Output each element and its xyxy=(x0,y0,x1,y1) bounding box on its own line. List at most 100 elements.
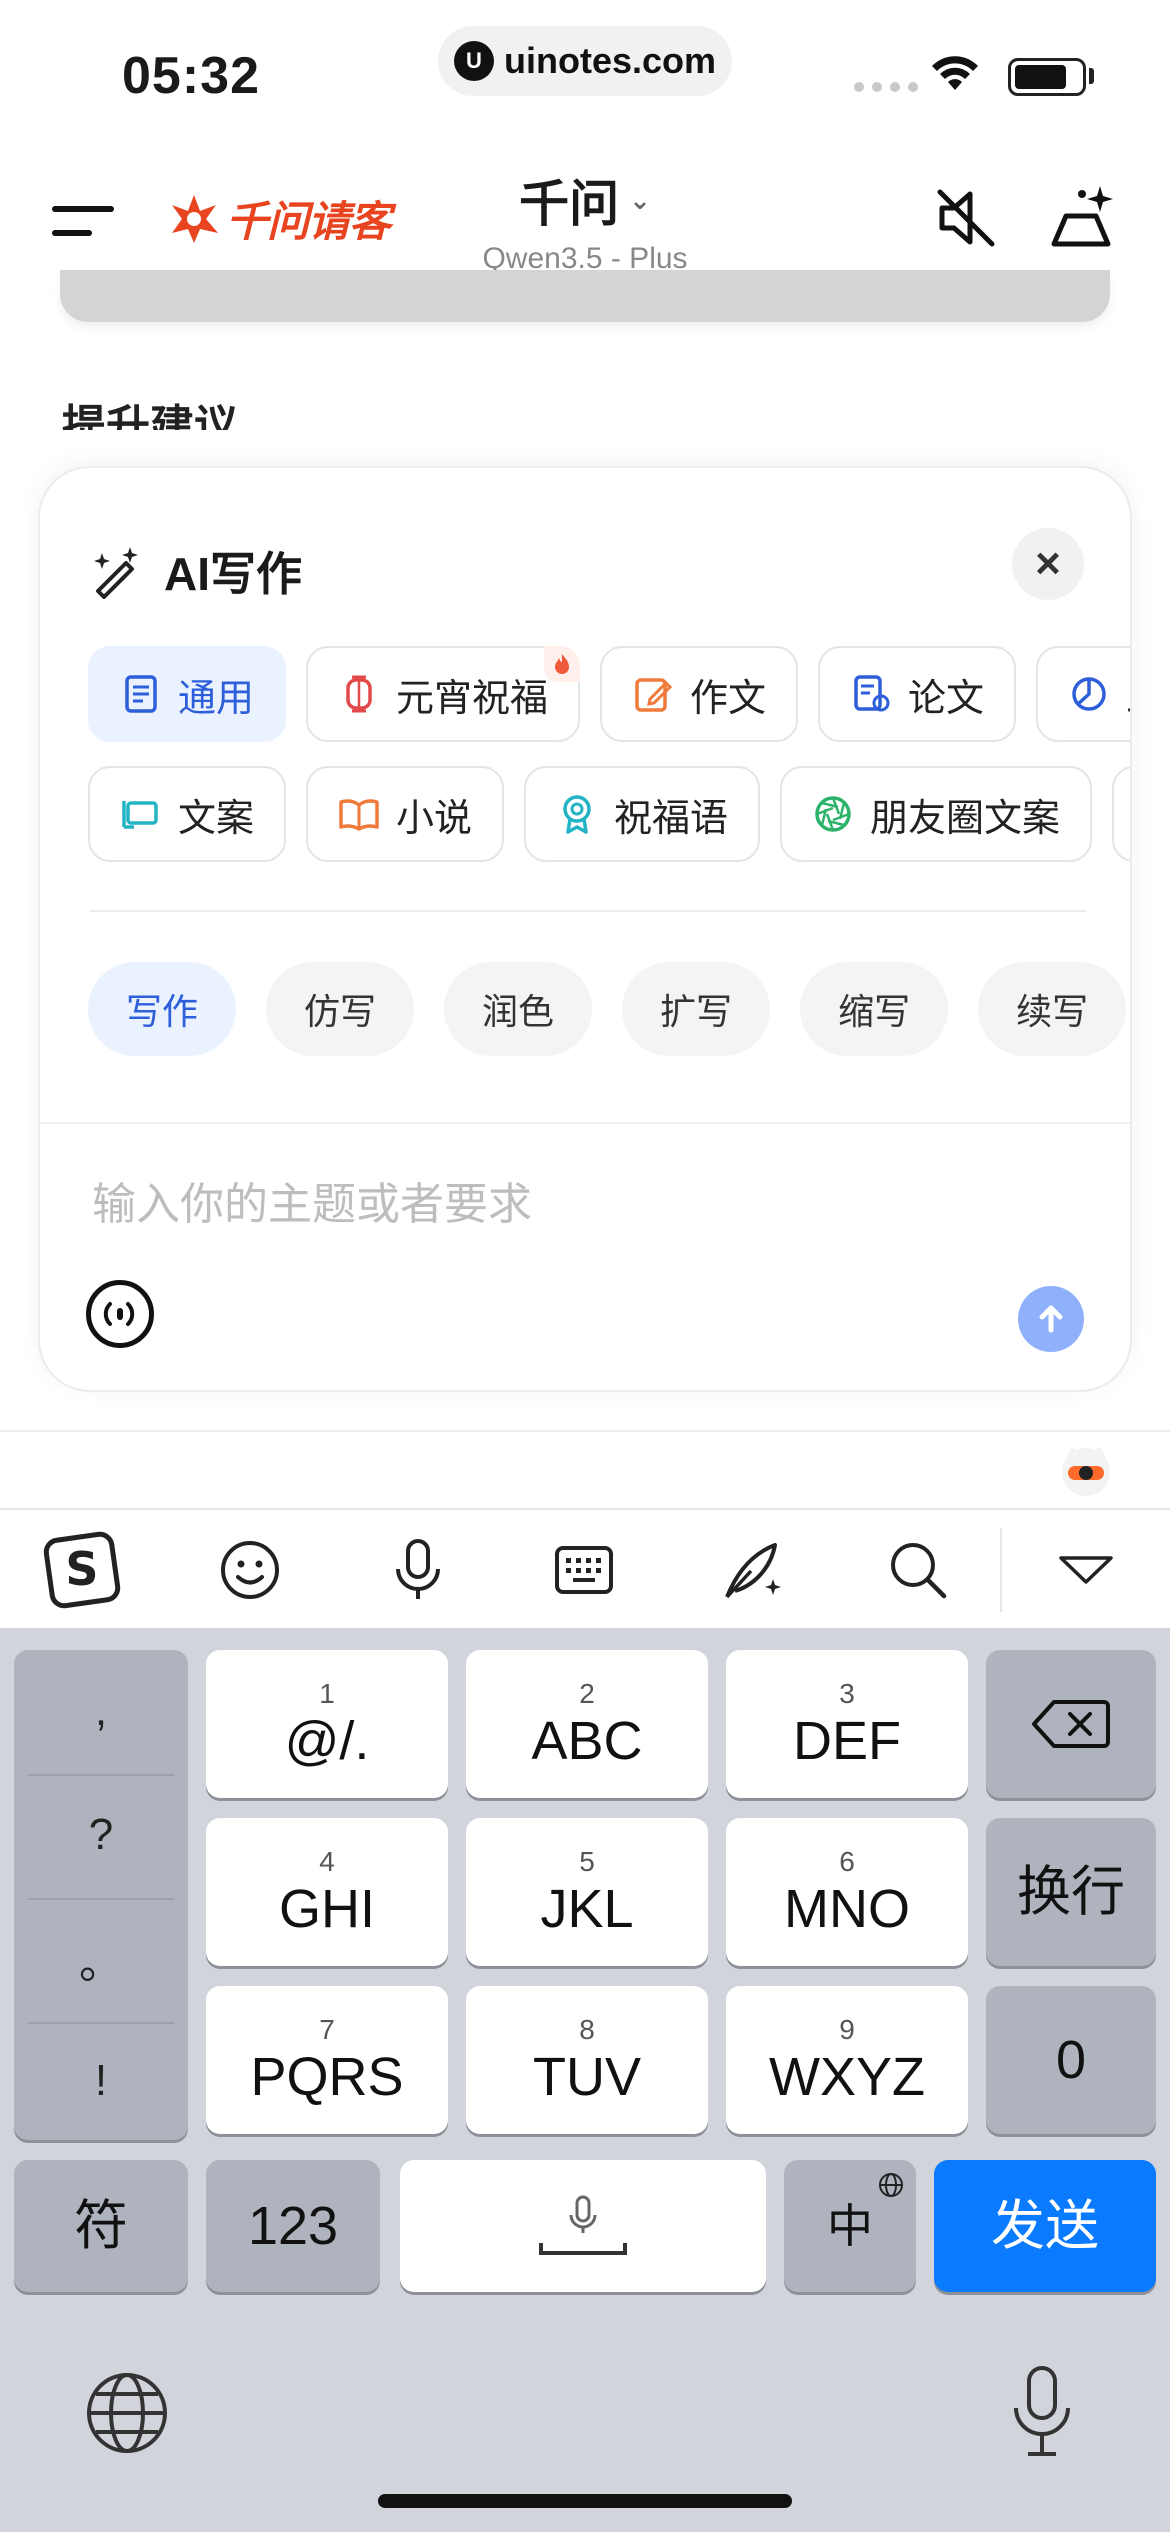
punct-exclaim[interactable]: ! xyxy=(14,2020,188,2142)
topic-input[interactable]: 输入你的主题或者要求 xyxy=(92,1168,1072,1232)
svg-text:S: S xyxy=(65,1542,98,1596)
url-pill[interactable]: U uinotes.com xyxy=(438,26,732,96)
close-icon[interactable]: × xyxy=(1012,528,1084,600)
previous-card-bottom xyxy=(60,270,1110,322)
chip-blessing[interactable]: 祝福语 xyxy=(524,766,761,862)
category-row-1: 通用 元宵祝福 作文 论文 工作 xyxy=(88,646,1130,742)
battery-icon xyxy=(1008,58,1086,96)
space-mic-icon xyxy=(539,2195,627,2255)
backspace-icon xyxy=(1032,1700,1110,1748)
key-0[interactable]: 0 xyxy=(986,1986,1156,2134)
space-key[interactable] xyxy=(400,2160,766,2292)
sogou-logo-icon[interactable]: S xyxy=(42,1530,122,1610)
backspace-key[interactable] xyxy=(986,1650,1156,1798)
symbols-key[interactable]: 符 xyxy=(14,2160,188,2292)
key-4[interactable]: 4 GHI xyxy=(206,1818,448,1966)
mascot-icon[interactable] xyxy=(1056,1440,1116,1500)
panel-header: AI写作 xyxy=(90,538,302,604)
chip-label: 文案 xyxy=(178,797,255,840)
app-header: 千问请客 千问 ⌄ Qwen3.5 - Plus xyxy=(0,150,1170,290)
section-heading: 提升建议 xyxy=(62,402,238,430)
mode-expand[interactable]: 扩写 xyxy=(622,962,771,1056)
keyboard: , ? 。 ! 1 @/. 2 ABC 3 DEF 4 GHI 5 JKL 6 … xyxy=(0,1628,1170,2532)
key-2[interactable]: 2 ABC xyxy=(466,1650,708,1798)
ime-toolbar: S xyxy=(0,1508,1170,1628)
chip-novel[interactable]: 小说 xyxy=(306,766,505,862)
mode-write[interactable]: 写作 xyxy=(88,962,237,1056)
mode-imitate[interactable]: 仿写 xyxy=(266,962,415,1056)
document-icon xyxy=(125,675,157,713)
mode-continue[interactable]: 续写 xyxy=(978,962,1127,1056)
chip-lantern-festival[interactable]: 元宵祝福 xyxy=(306,646,581,742)
menu-icon[interactable] xyxy=(52,196,114,246)
quill-ai-icon[interactable] xyxy=(712,1530,792,1610)
keyboard-icon[interactable] xyxy=(544,1530,624,1610)
mode-polish[interactable]: 润色 xyxy=(444,962,593,1056)
ai-writing-panel: AI写作 × 通用 元宵祝福 作文 论文 工作 文案 xyxy=(38,466,1132,1392)
microphone-icon[interactable] xyxy=(378,1530,458,1610)
status-bar: 05:32 U uinotes.com xyxy=(0,0,1170,140)
chip-label: 小说 xyxy=(396,797,473,840)
key-1[interactable]: 1 @/. xyxy=(206,1650,448,1798)
qianwen-logo-icon xyxy=(172,194,218,243)
punctuation-column: , ? 。 ! xyxy=(14,1650,188,2140)
key-3[interactable]: 3 DEF xyxy=(726,1650,968,1798)
return-key[interactable]: 换行 xyxy=(986,1818,1156,1966)
lantern-icon xyxy=(346,675,372,713)
chevron-down-icon: ⌄ xyxy=(629,184,651,215)
emoji-icon[interactable] xyxy=(210,1530,290,1610)
wifi-icon xyxy=(932,56,978,90)
fire-badge-icon xyxy=(544,646,581,682)
speaker-muted-icon[interactable] xyxy=(928,180,1004,256)
chip-label: 通用 xyxy=(178,677,255,720)
open-book-icon xyxy=(339,799,379,831)
model-name: 千问 xyxy=(519,176,620,232)
toolbar-separator xyxy=(1000,1528,1002,1612)
key-6[interactable]: 6 MNO xyxy=(726,1818,968,1966)
model-selector[interactable]: 千问 ⌄ Qwen3.5 - Plus xyxy=(470,164,700,276)
page-divider xyxy=(0,1430,1170,1432)
punct-question[interactable]: ? xyxy=(14,1774,188,1896)
panel-divider xyxy=(90,910,1086,912)
chip-copywriting[interactable]: 文案 xyxy=(88,766,287,862)
battery-tip xyxy=(1089,68,1094,84)
chip-general[interactable]: 通用 xyxy=(88,646,287,742)
chip-essay[interactable]: 作文 xyxy=(600,646,799,742)
chip-label: 元宵祝福 xyxy=(396,677,549,720)
paper-icon xyxy=(854,675,890,712)
url-text: uinotes.com xyxy=(504,40,717,81)
chip-moments-copy[interactable]: 朋友圈文案 xyxy=(780,766,1093,862)
collapse-keyboard-icon[interactable] xyxy=(1046,1530,1126,1610)
send-arrow-icon[interactable] xyxy=(1018,1286,1084,1352)
send-key[interactable]: 发送 xyxy=(934,2160,1156,2292)
globe-icon[interactable] xyxy=(84,2370,170,2456)
language-toggle-key[interactable]: 中 xyxy=(784,2160,916,2292)
numbers-key[interactable]: 123 xyxy=(206,2160,380,2292)
small-globe-icon xyxy=(879,2173,903,2197)
input-separator xyxy=(40,1122,1130,1124)
dictation-mic-icon[interactable] xyxy=(1002,2362,1082,2462)
key-5[interactable]: 5 JKL xyxy=(466,1818,708,1966)
brand-logo[interactable]: 千问请客 xyxy=(166,188,391,249)
punct-period[interactable]: 。 xyxy=(14,1898,188,2020)
edit-note-icon xyxy=(635,678,673,712)
site-logo-icon: U xyxy=(454,41,494,81)
new-chat-sparkle-icon[interactable] xyxy=(1046,180,1122,256)
search-icon[interactable] xyxy=(878,1530,958,1610)
category-row-2: 文案 小说 祝福语 朋友圈文案 简历 xyxy=(88,766,1130,862)
chip-resume[interactable]: 简历 xyxy=(1112,766,1130,862)
voice-input-icon[interactable] xyxy=(86,1280,154,1348)
key-9[interactable]: 9 WXYZ xyxy=(726,1986,968,2134)
punct-comma[interactable]: , xyxy=(14,1650,188,1772)
pie-chart-icon xyxy=(1072,677,1106,711)
status-time: 05:32 xyxy=(122,47,260,105)
chip-label: 论文 xyxy=(908,677,985,720)
chip-paper[interactable]: 论文 xyxy=(818,646,1017,742)
home-indicator[interactable] xyxy=(378,2494,792,2508)
key-7[interactable]: 7 PQRS xyxy=(206,1986,448,2134)
chip-work[interactable]: 工作 xyxy=(1036,646,1130,742)
panel-title: AI写作 xyxy=(164,548,302,600)
writing-mode-row: 写作 仿写 润色 扩写 缩写 续写 xyxy=(88,962,1127,1056)
key-8[interactable]: 8 TUV xyxy=(466,1986,708,2134)
mode-condense[interactable]: 缩写 xyxy=(800,962,949,1056)
